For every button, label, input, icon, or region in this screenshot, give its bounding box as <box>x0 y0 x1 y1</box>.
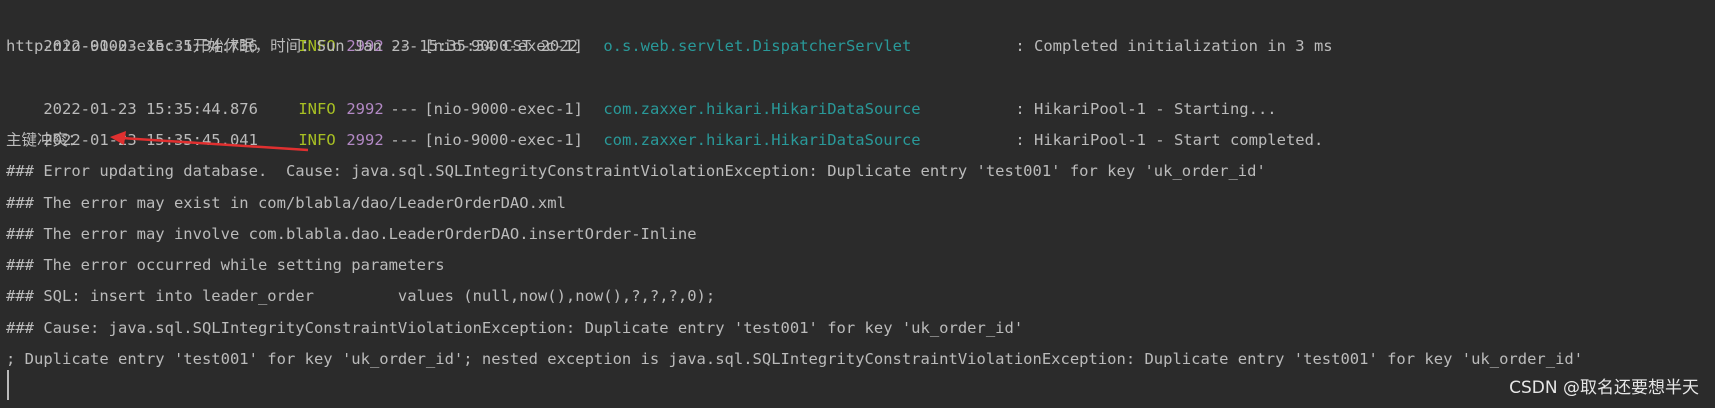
log-line: 2022-01-23 15:35:34.736 INFO 2992 --- [nio-9… <box>6 0 1332 55</box>
log-line: 2022-01-23 15:35:45.041 INFO 2992 --- [nio-9… <box>6 94 1323 149</box>
error-line: ### Cause: java.sql.SQLIntegrityConstrai… <box>6 319 1024 337</box>
error-line: ### Error updating database. Cause: java… <box>6 162 1266 180</box>
log-logger-link[interactable]: com.zaxxer.hikari.HikariDataSource <box>603 125 1015 156</box>
error-line: ### The error may exist in com/blabla/da… <box>6 194 566 212</box>
log-pid: 2992 <box>346 131 384 149</box>
log-logger-link[interactable]: o.s.web.servlet.DispatcherServlet <box>603 31 1015 62</box>
console-output[interactable]: 2022-01-23 15:35:34.736 INFO 2992 --- [nio-9… <box>0 0 1715 408</box>
log-thread: [nio-9000-exec-1] <box>424 131 583 149</box>
output-line: http-nio-9000-exec-1开始休眠，时间：Sun Jan 23 1… <box>6 37 578 55</box>
error-line: ### The error may involve com.blabla.dao… <box>6 225 697 243</box>
error-line: ; Duplicate entry 'test001' for key 'uk_… <box>6 350 1584 368</box>
log-line: 2022-01-23 15:35:44.876 INFO 2992 --- [nio-9… <box>6 63 1276 118</box>
error-line: ### The error occurred while setting par… <box>6 256 445 274</box>
text-cursor <box>7 370 9 400</box>
log-level: INFO <box>298 131 336 149</box>
log-message: : Completed initialization in 3 ms <box>1015 37 1333 55</box>
conflict-label: 主键冲突： <box>6 131 84 149</box>
watermark: CSDN @取名还要想半天 <box>1509 378 1699 398</box>
log-separator: --- <box>390 131 419 149</box>
sql-line: ### SQL: insert into leader_order values… <box>6 287 716 305</box>
log-message: : HikariPool-1 - Start completed. <box>1015 131 1324 149</box>
